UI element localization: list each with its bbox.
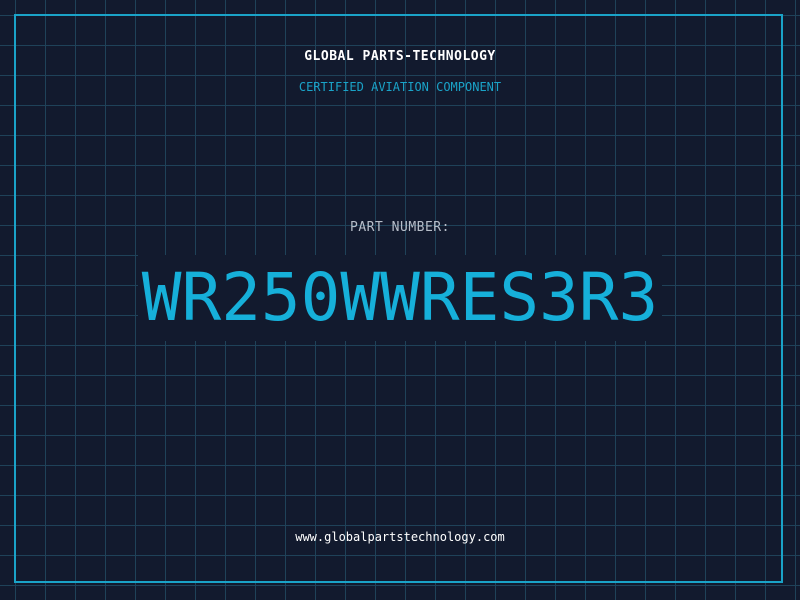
part-number-block: WR250WWRES3R3 bbox=[0, 255, 800, 341]
certificate-card: GLOBAL PARTS-TECHNOLOGY CERTIFIED AVIATI… bbox=[0, 0, 800, 600]
certification-subtitle: CERTIFIED AVIATION COMPONENT bbox=[298, 80, 502, 94]
website-link[interactable]: www.globalpartstechnology.com bbox=[0, 530, 800, 544]
part-number-value: WR250WWRES3R3 bbox=[137, 255, 663, 341]
company-name: GLOBAL PARTS-TECHNOLOGY bbox=[304, 49, 496, 64]
part-number-label: PART NUMBER: bbox=[350, 220, 450, 235]
